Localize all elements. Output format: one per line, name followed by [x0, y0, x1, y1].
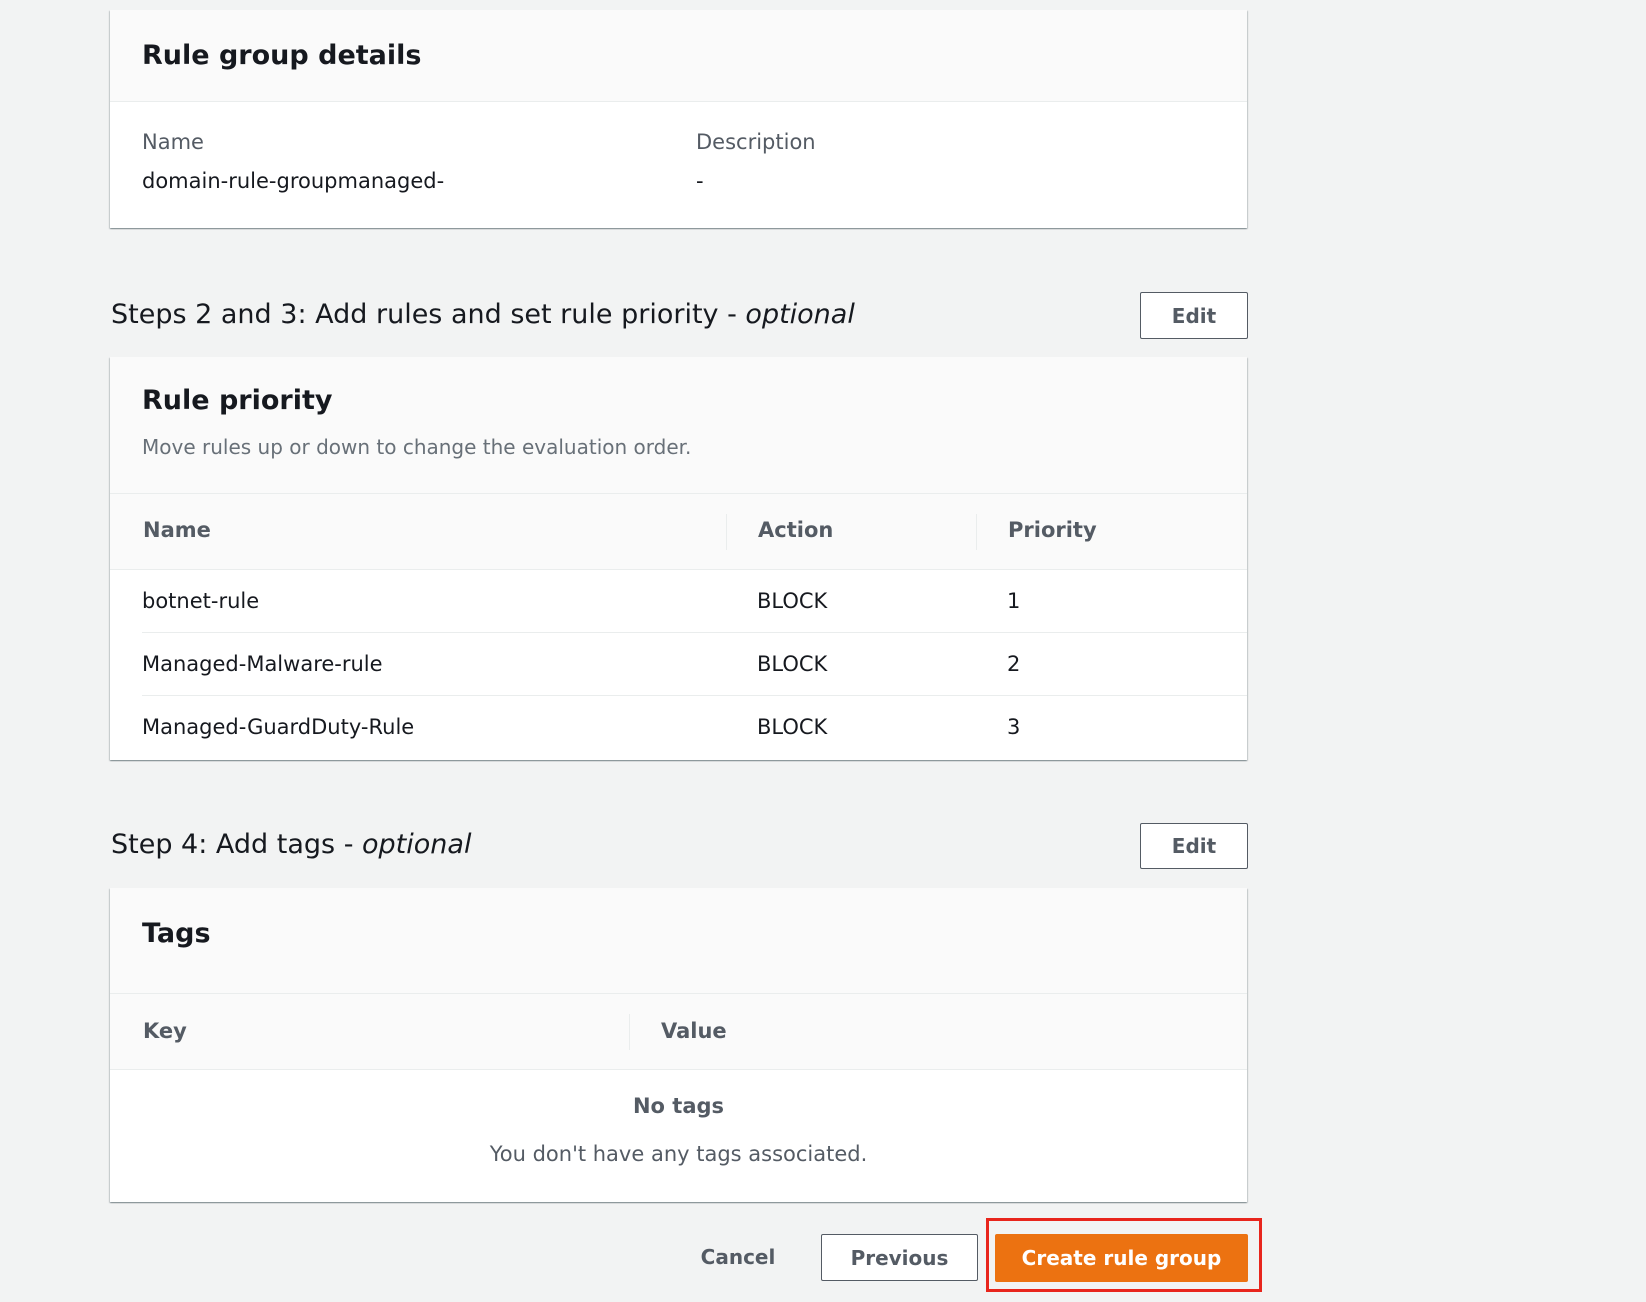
- rule-priority-description: Move rules up or down to change the eval…: [142, 435, 692, 459]
- rule-action-cell: BLOCK: [757, 589, 828, 613]
- name-label: Name: [142, 130, 204, 154]
- step-4-optional-text: optional: [362, 829, 472, 860]
- rule-name-cell: Managed-GuardDuty-Rule: [142, 715, 415, 739]
- rule-group-details-header: Rule group details: [110, 10, 1247, 102]
- rule-priority-cell: 3: [1007, 715, 1021, 739]
- tags-empty-message: You don't have any tags associated.: [489, 1142, 868, 1166]
- edit-rules-button[interactable]: Edit: [1140, 292, 1248, 339]
- column-header-action[interactable]: Action: [758, 518, 833, 542]
- step-4-heading: Step 4: Add tags - optional: [111, 829, 471, 860]
- rule-name-cell: botnet-rule: [142, 589, 260, 613]
- tags-table-header: Key Value: [110, 994, 1247, 1070]
- rule-group-details-panel: Rule group details Name domain-rule-grou…: [110, 10, 1247, 228]
- tags-panel: Tags Key Value No tags You don't have an…: [110, 888, 1247, 1202]
- rule-priority-cell: 1: [1007, 589, 1021, 613]
- column-header-value[interactable]: Value: [661, 1019, 727, 1043]
- cancel-button[interactable]: Cancel: [684, 1234, 792, 1280]
- table-row: Managed-GuardDuty-Rule BLOCK 3: [142, 696, 1247, 759]
- table-row: botnet-rule BLOCK 1: [142, 570, 1247, 633]
- steps-2-3-heading: Steps 2 and 3: Add rules and set rule pr…: [111, 299, 855, 330]
- step-4-heading-text: Step 4: Add tags -: [111, 829, 363, 860]
- column-header-name[interactable]: Name: [143, 518, 211, 542]
- description-value: -: [696, 169, 704, 193]
- create-rule-group-button[interactable]: Create rule group: [995, 1234, 1248, 1282]
- rule-priority-cell: 2: [1007, 652, 1021, 676]
- previous-button[interactable]: Previous: [821, 1234, 978, 1281]
- rule-name-cell: Managed-Malware-rule: [142, 652, 383, 676]
- column-header-key[interactable]: Key: [143, 1019, 187, 1043]
- table-row: Managed-Malware-rule BLOCK 2: [142, 633, 1247, 696]
- rule-priority-panel: Rule priority Move rules up or down to c…: [110, 357, 1247, 760]
- steps-2-3-heading-text: Steps 2 and 3: Add rules and set rule pr…: [111, 299, 746, 330]
- column-divider: [726, 514, 727, 550]
- edit-tags-button[interactable]: Edit: [1140, 823, 1248, 869]
- steps-2-3-optional-text: optional: [745, 299, 855, 330]
- description-label: Description: [696, 130, 816, 154]
- rule-priority-header: Rule priority Move rules up or down to c…: [110, 357, 1247, 494]
- column-divider: [629, 1014, 630, 1050]
- column-divider: [976, 514, 977, 550]
- name-value: domain-rule-groupmanaged-: [142, 169, 445, 193]
- rule-group-details-title: Rule group details: [142, 40, 422, 71]
- tags-title: Tags: [142, 918, 211, 949]
- tags-header: Tags: [110, 888, 1247, 994]
- rule-priority-title: Rule priority: [142, 385, 333, 416]
- column-header-priority[interactable]: Priority: [1008, 518, 1097, 542]
- rule-priority-table-header: Name Action Priority: [110, 494, 1247, 570]
- tags-empty-title: No tags: [632, 1094, 725, 1118]
- rule-action-cell: BLOCK: [757, 715, 828, 739]
- rule-action-cell: BLOCK: [757, 652, 828, 676]
